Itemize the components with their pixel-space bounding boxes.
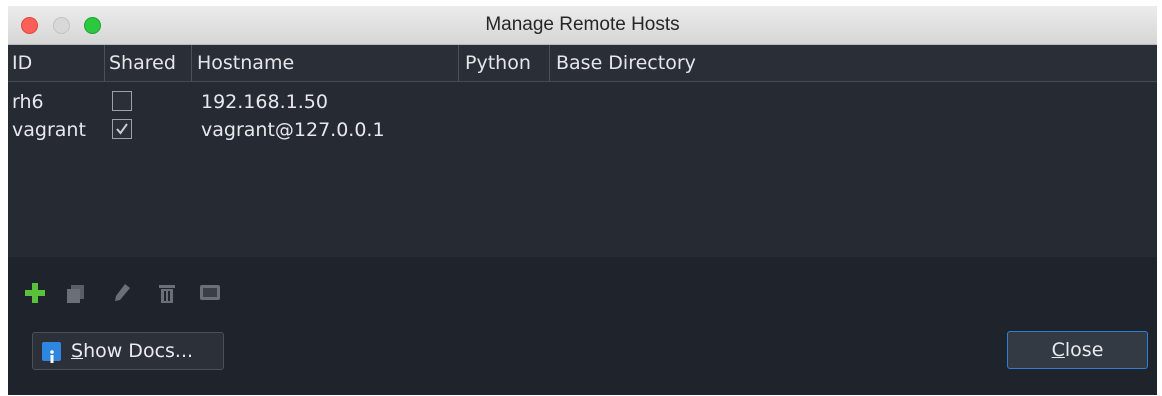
close-button[interactable]: Close <box>1007 331 1148 369</box>
manage-remote-hosts-dialog: Manage Remote Hosts ID Shared Hostname P… <box>8 6 1157 395</box>
title-bar: Manage Remote Hosts <box>8 6 1157 45</box>
host-toolbar <box>8 257 1157 313</box>
column-header-hostname[interactable]: Hostname <box>191 45 294 81</box>
show-docs-label: Show Docs... <box>71 340 194 362</box>
edit-icon[interactable] <box>110 281 134 305</box>
shared-checkbox[interactable] <box>112 91 132 111</box>
host-hostname: 192.168.1.50 <box>201 91 328 113</box>
column-header-base-directory[interactable]: Base Directory <box>549 45 696 81</box>
show-docs-button[interactable]: Show Docs... <box>32 332 224 370</box>
checkmark-icon <box>116 123 128 135</box>
add-icon[interactable] <box>23 281 47 305</box>
table-header: ID Shared Hostname Python Base Directory <box>8 45 1157 82</box>
table-row[interactable]: vagrant vagrant@127.0.0.1 <box>8 116 1157 144</box>
info-icon <box>42 342 61 363</box>
close-label: Close <box>1051 339 1104 361</box>
duplicate-icon[interactable] <box>64 281 88 305</box>
shared-checkbox[interactable] <box>112 119 132 139</box>
host-hostname: vagrant@127.0.0.1 <box>201 119 385 141</box>
column-header-shared[interactable]: Shared <box>104 45 176 81</box>
delete-icon[interactable] <box>155 281 179 305</box>
remote-hosts-table[interactable]: ID Shared Hostname Python Base Directory… <box>8 45 1157 257</box>
host-id: rh6 <box>12 91 44 113</box>
terminal-icon[interactable] <box>198 281 222 305</box>
window-title: Manage Remote Hosts <box>485 14 680 35</box>
column-header-python[interactable]: Python <box>458 45 531 81</box>
table-row[interactable]: rh6 192.168.1.50 <box>8 88 1157 116</box>
column-header-id[interactable]: ID <box>12 45 32 81</box>
host-id: vagrant <box>12 119 86 141</box>
